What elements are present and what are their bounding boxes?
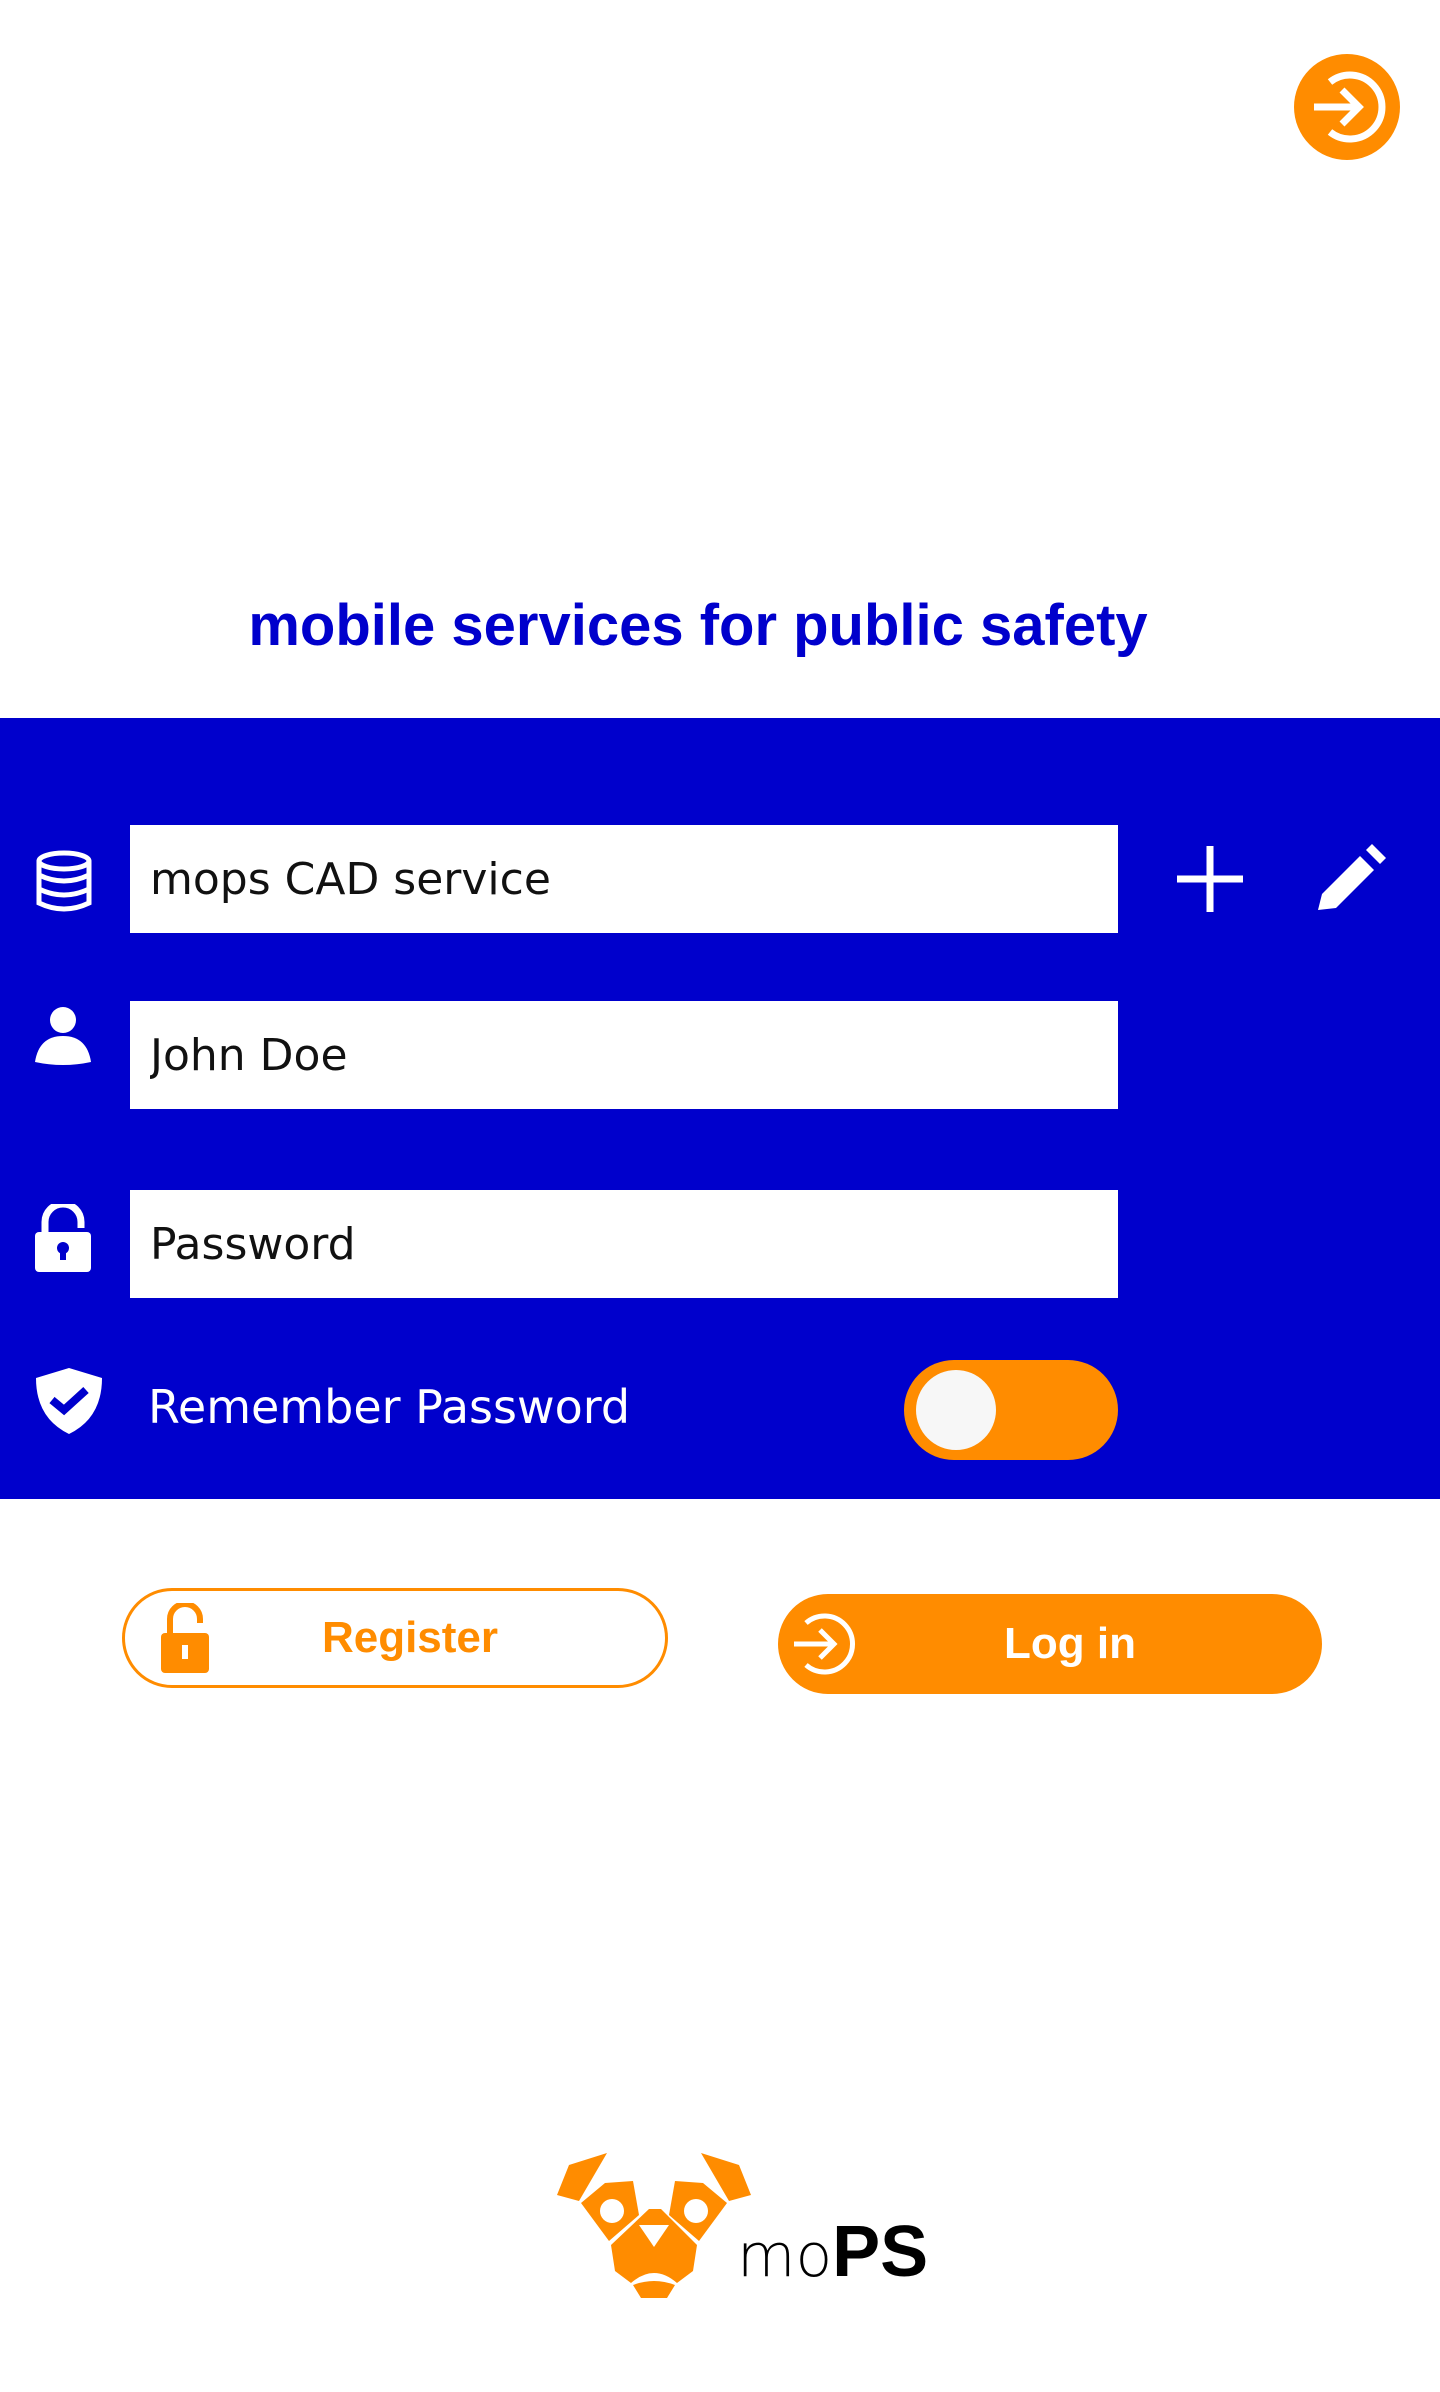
toggle-knob [916, 1370, 996, 1450]
tagline: mobile services for public safety [248, 593, 1148, 658]
username-field[interactable] [130, 1001, 1118, 1109]
login-circle-arrow-icon [1294, 54, 1400, 160]
top-login-button[interactable] [1292, 52, 1402, 162]
register-label: Register [321, 1613, 499, 1662]
user-icon [35, 1007, 91, 1065]
unlock-icon [161, 1603, 209, 1673]
pencil-icon[interactable] [1314, 844, 1386, 914]
logo-text: moPS [737, 2212, 929, 2292]
register-button[interactable]: Register [122, 1588, 668, 1688]
service-field[interactable] [130, 825, 1118, 933]
mops-logo: moPS [549, 2153, 929, 2298]
login-label: Log in [1004, 1619, 1136, 1668]
password-field[interactable] [130, 1190, 1118, 1298]
login-button[interactable]: Log in [778, 1594, 1322, 1694]
login-arrow-icon [794, 1613, 856, 1675]
dog-face-logo-icon [557, 2153, 751, 2298]
shield-check-icon [36, 1368, 102, 1434]
remember-password-toggle[interactable] [904, 1360, 1118, 1460]
database-icon [36, 850, 92, 912]
unlock-icon [35, 1204, 91, 1272]
login-form-panel: Remember Password [0, 718, 1440, 1499]
remember-password-label: Remember Password [148, 1380, 631, 1434]
plus-icon[interactable] [1175, 844, 1245, 914]
